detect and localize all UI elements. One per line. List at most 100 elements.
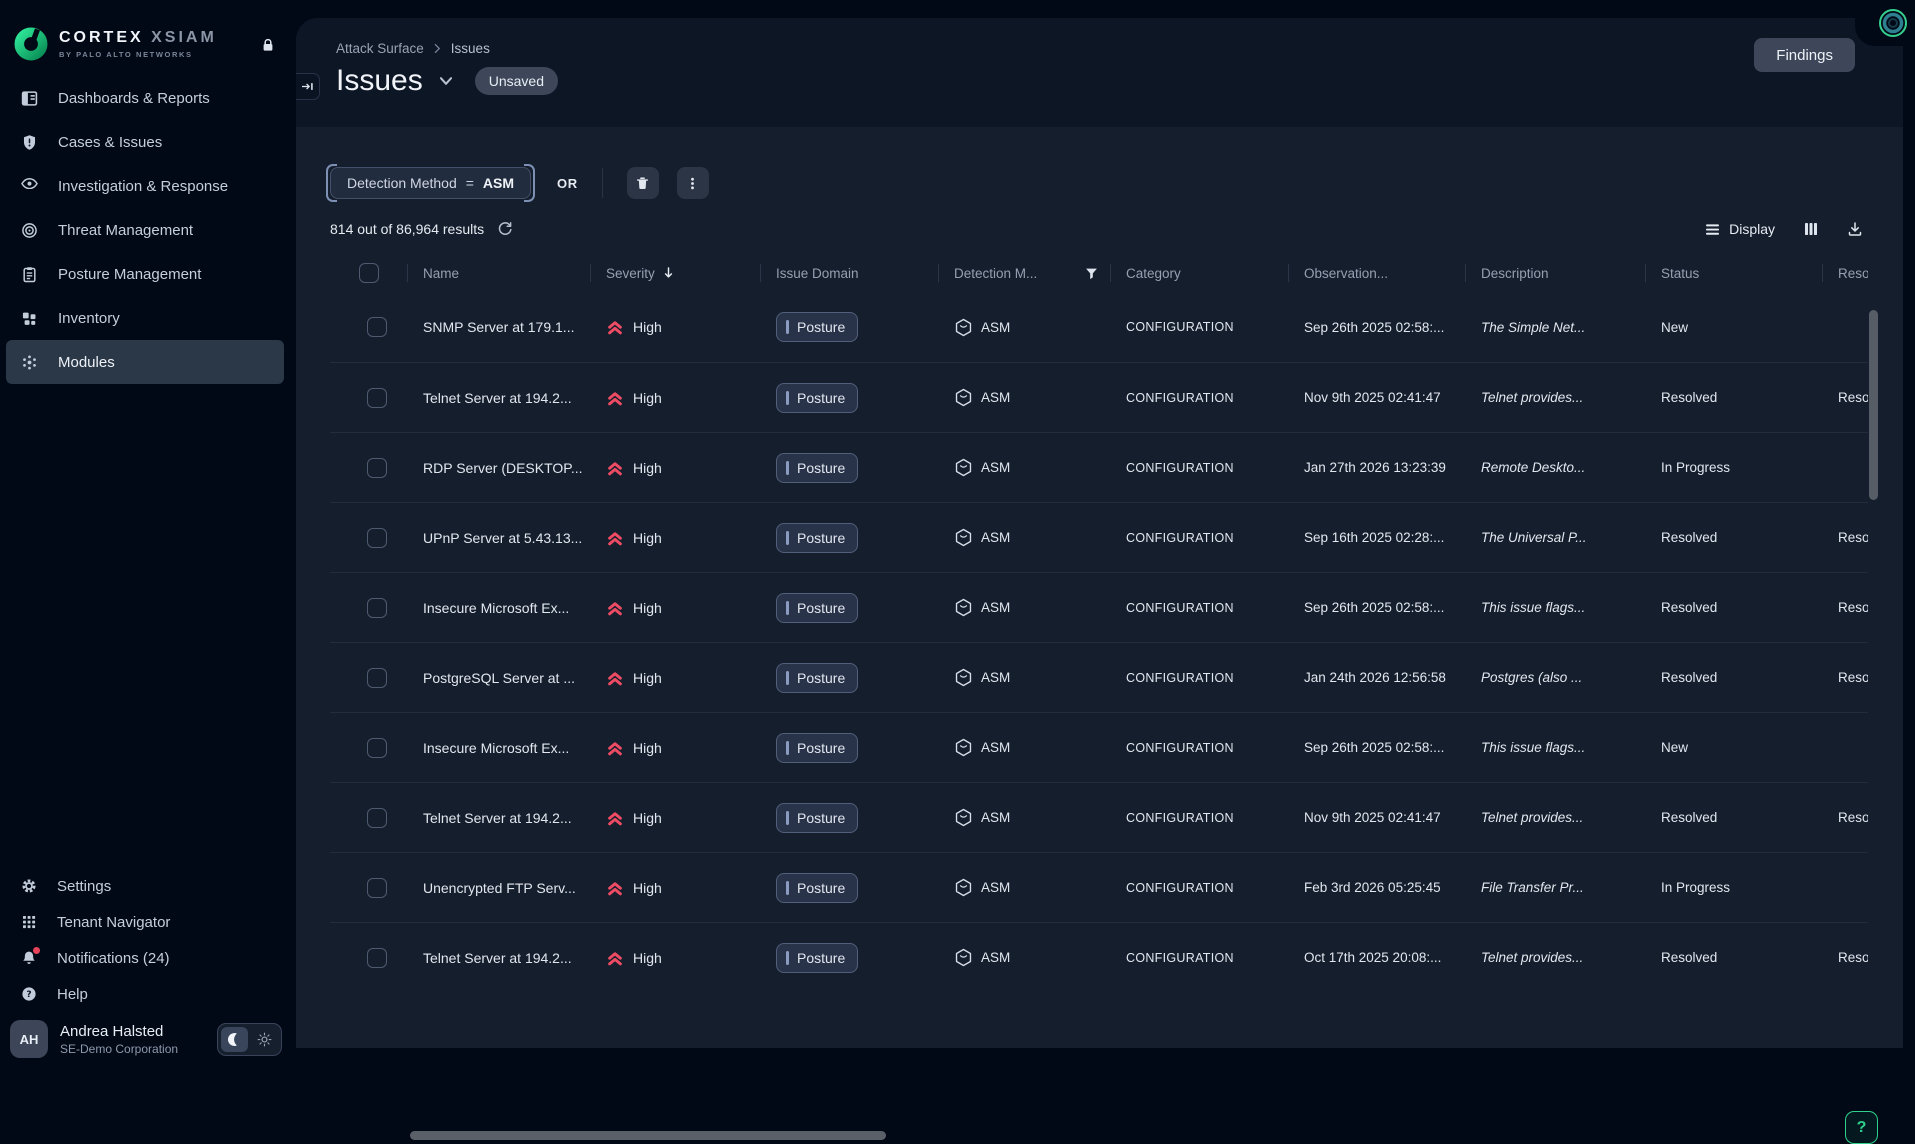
- issue-name[interactable]: Insecure Microsoft Ex...: [407, 740, 590, 756]
- divider: [602, 168, 603, 198]
- sidebar-item-dashboards-reports[interactable]: Dashboards & Reports: [0, 76, 296, 120]
- row-checkbox[interactable]: [367, 317, 387, 337]
- badge-bar: [786, 391, 789, 405]
- category-label: CONFIGURATION: [1110, 951, 1288, 965]
- header-severity[interactable]: Severity: [590, 254, 760, 292]
- table-body: SNMP Server at 179.1... High Posture ASM…: [330, 292, 1868, 992]
- table-row[interactable]: Unencrypted FTP Serv... High Posture ASM…: [330, 852, 1868, 922]
- row-checkbox[interactable]: [367, 528, 387, 548]
- sidebar-item-modules[interactable]: Modules: [6, 340, 284, 384]
- header-observation[interactable]: Observation...: [1288, 254, 1465, 292]
- issue-name[interactable]: UPnP Server at 5.43.13...: [407, 530, 590, 546]
- page-title: Issues: [336, 64, 423, 98]
- header-detection-method[interactable]: Detection M...: [938, 254, 1110, 292]
- table-row[interactable]: PostgreSQL Server at ... High Posture AS…: [330, 642, 1868, 712]
- issue-name[interactable]: PostgreSQL Server at ...: [407, 670, 590, 686]
- top-right-notch: [1855, 0, 1915, 46]
- table-row[interactable]: Telnet Server at 194.2... High Posture A…: [330, 362, 1868, 432]
- table-row[interactable]: UPnP Server at 5.43.13... High Posture A…: [330, 502, 1868, 572]
- table-row[interactable]: Telnet Server at 194.2... High Posture A…: [330, 922, 1868, 992]
- dark-mode-button[interactable]: [221, 1027, 248, 1052]
- vertical-scrollbar[interactable]: [1869, 310, 1878, 500]
- sidebar-item-threat-management[interactable]: Threat Management: [0, 208, 296, 252]
- row-checkbox[interactable]: [367, 458, 387, 478]
- table-row[interactable]: Telnet Server at 194.2... High Posture A…: [330, 782, 1868, 852]
- issue-name[interactable]: Unencrypted FTP Serv...: [407, 880, 590, 896]
- horizontal-scrollbar[interactable]: [410, 1131, 886, 1140]
- sidebar-item-notifications-24[interactable]: Notifications (24): [0, 940, 296, 976]
- sidebar-item-tenant-navigator[interactable]: Tenant Navigator: [0, 904, 296, 940]
- sidebar-item-inventory[interactable]: Inventory: [0, 296, 296, 340]
- row-checkbox[interactable]: [367, 738, 387, 758]
- breadcrumb-attack-surface[interactable]: Attack Surface: [336, 41, 424, 56]
- chevron-down-icon[interactable]: [437, 72, 455, 90]
- detection-method-label: ASM: [981, 600, 1010, 615]
- breadcrumb[interactable]: Attack Surface Issues: [336, 41, 490, 56]
- observation-timestamp: Sep 26th 2025 02:58:...: [1288, 320, 1465, 335]
- table-row[interactable]: SNMP Server at 179.1... High Posture ASM…: [330, 292, 1868, 362]
- header-category[interactable]: Category: [1110, 254, 1288, 292]
- columns-icon[interactable]: [1803, 221, 1819, 237]
- more-options-button[interactable]: [677, 167, 709, 199]
- row-checkbox[interactable]: [367, 388, 387, 408]
- category-label: CONFIGURATION: [1110, 461, 1288, 475]
- status-label: Resolved: [1645, 600, 1822, 615]
- select-all-checkbox[interactable]: [359, 263, 379, 283]
- sidebar-item-settings[interactable]: Settings: [0, 868, 296, 904]
- header-status[interactable]: Status: [1645, 254, 1822, 292]
- notification-dot: [33, 947, 40, 954]
- issue-name[interactable]: Telnet Server at 194.2...: [407, 390, 590, 406]
- status-ring-icon[interactable]: [1878, 8, 1908, 38]
- download-icon[interactable]: [1847, 221, 1863, 237]
- issue-name[interactable]: Insecure Microsoft Ex...: [407, 600, 590, 616]
- user-row[interactable]: AH Andrea Halsted SE-Demo Corporation: [0, 1012, 296, 1066]
- sidebar-item-posture-management[interactable]: Posture Management: [0, 252, 296, 296]
- table-row[interactable]: RDP Server (DESKTOP... High Posture ASM …: [330, 432, 1868, 502]
- row-checkbox[interactable]: [367, 808, 387, 828]
- findings-button[interactable]: Findings: [1754, 38, 1855, 72]
- sidebar-item-label: Posture Management: [58, 266, 201, 283]
- issue-name[interactable]: RDP Server (DESKTOP...: [407, 460, 590, 476]
- filter-funnel-icon[interactable]: [1085, 267, 1098, 280]
- row-checkbox[interactable]: [367, 668, 387, 688]
- theme-toggle[interactable]: [217, 1023, 282, 1056]
- sidebar-footer: Settings Tenant Navigator Notifications …: [0, 868, 296, 1072]
- light-mode-button[interactable]: [251, 1027, 278, 1052]
- row-checkbox[interactable]: [367, 598, 387, 618]
- sidebar-item-investigation-response[interactable]: Investigation & Response: [0, 164, 296, 208]
- description-text: This issue flags...: [1465, 740, 1645, 755]
- header-resolution[interactable]: Resolu: [1822, 254, 1868, 292]
- badge-bar: [786, 881, 789, 895]
- avatar[interactable]: AH: [10, 1020, 48, 1058]
- breadcrumb-issues[interactable]: Issues: [451, 41, 490, 56]
- header-description[interactable]: Description: [1465, 254, 1645, 292]
- issue-name[interactable]: SNMP Server at 179.1...: [407, 319, 590, 335]
- filter-chip-detection-method[interactable]: Detection Method = ASM: [330, 167, 531, 199]
- table-row[interactable]: Insecure Microsoft Ex... High Posture AS…: [330, 572, 1868, 642]
- sidebar-item-label: Threat Management: [58, 222, 193, 239]
- help-button[interactable]: ?: [1845, 1111, 1878, 1144]
- description-text: File Transfer Pr...: [1465, 880, 1645, 895]
- display-button[interactable]: Display: [1705, 221, 1775, 237]
- issue-domain-badge: Posture: [776, 733, 858, 763]
- header-issue-domain[interactable]: Issue Domain: [760, 254, 938, 292]
- table-row[interactable]: Insecure Microsoft Ex... High Posture AS…: [330, 712, 1868, 782]
- severity-high-icon: [606, 809, 624, 827]
- issue-domain-label: Posture: [797, 880, 845, 896]
- issue-name[interactable]: Telnet Server at 194.2...: [407, 810, 590, 826]
- row-checkbox[interactable]: [367, 948, 387, 968]
- issue-name[interactable]: Telnet Server at 194.2...: [407, 950, 590, 966]
- delete-filter-button[interactable]: [627, 167, 659, 199]
- severity-high-icon: [606, 318, 624, 336]
- sidebar-collapse-button[interactable]: [296, 73, 320, 100]
- category-label: CONFIGURATION: [1110, 531, 1288, 545]
- row-checkbox[interactable]: [367, 878, 387, 898]
- refresh-icon[interactable]: [497, 221, 513, 237]
- header-name[interactable]: Name: [407, 254, 590, 292]
- issue-domain-label: Posture: [797, 460, 845, 476]
- sidebar-item-cases-issues[interactable]: Cases & Issues: [0, 120, 296, 164]
- severity-high-icon: [606, 669, 624, 687]
- sidebar-item-help[interactable]: ? Help: [0, 976, 296, 1012]
- or-join-label[interactable]: OR: [557, 176, 578, 191]
- resolution-label: Resol: [1822, 950, 1868, 965]
